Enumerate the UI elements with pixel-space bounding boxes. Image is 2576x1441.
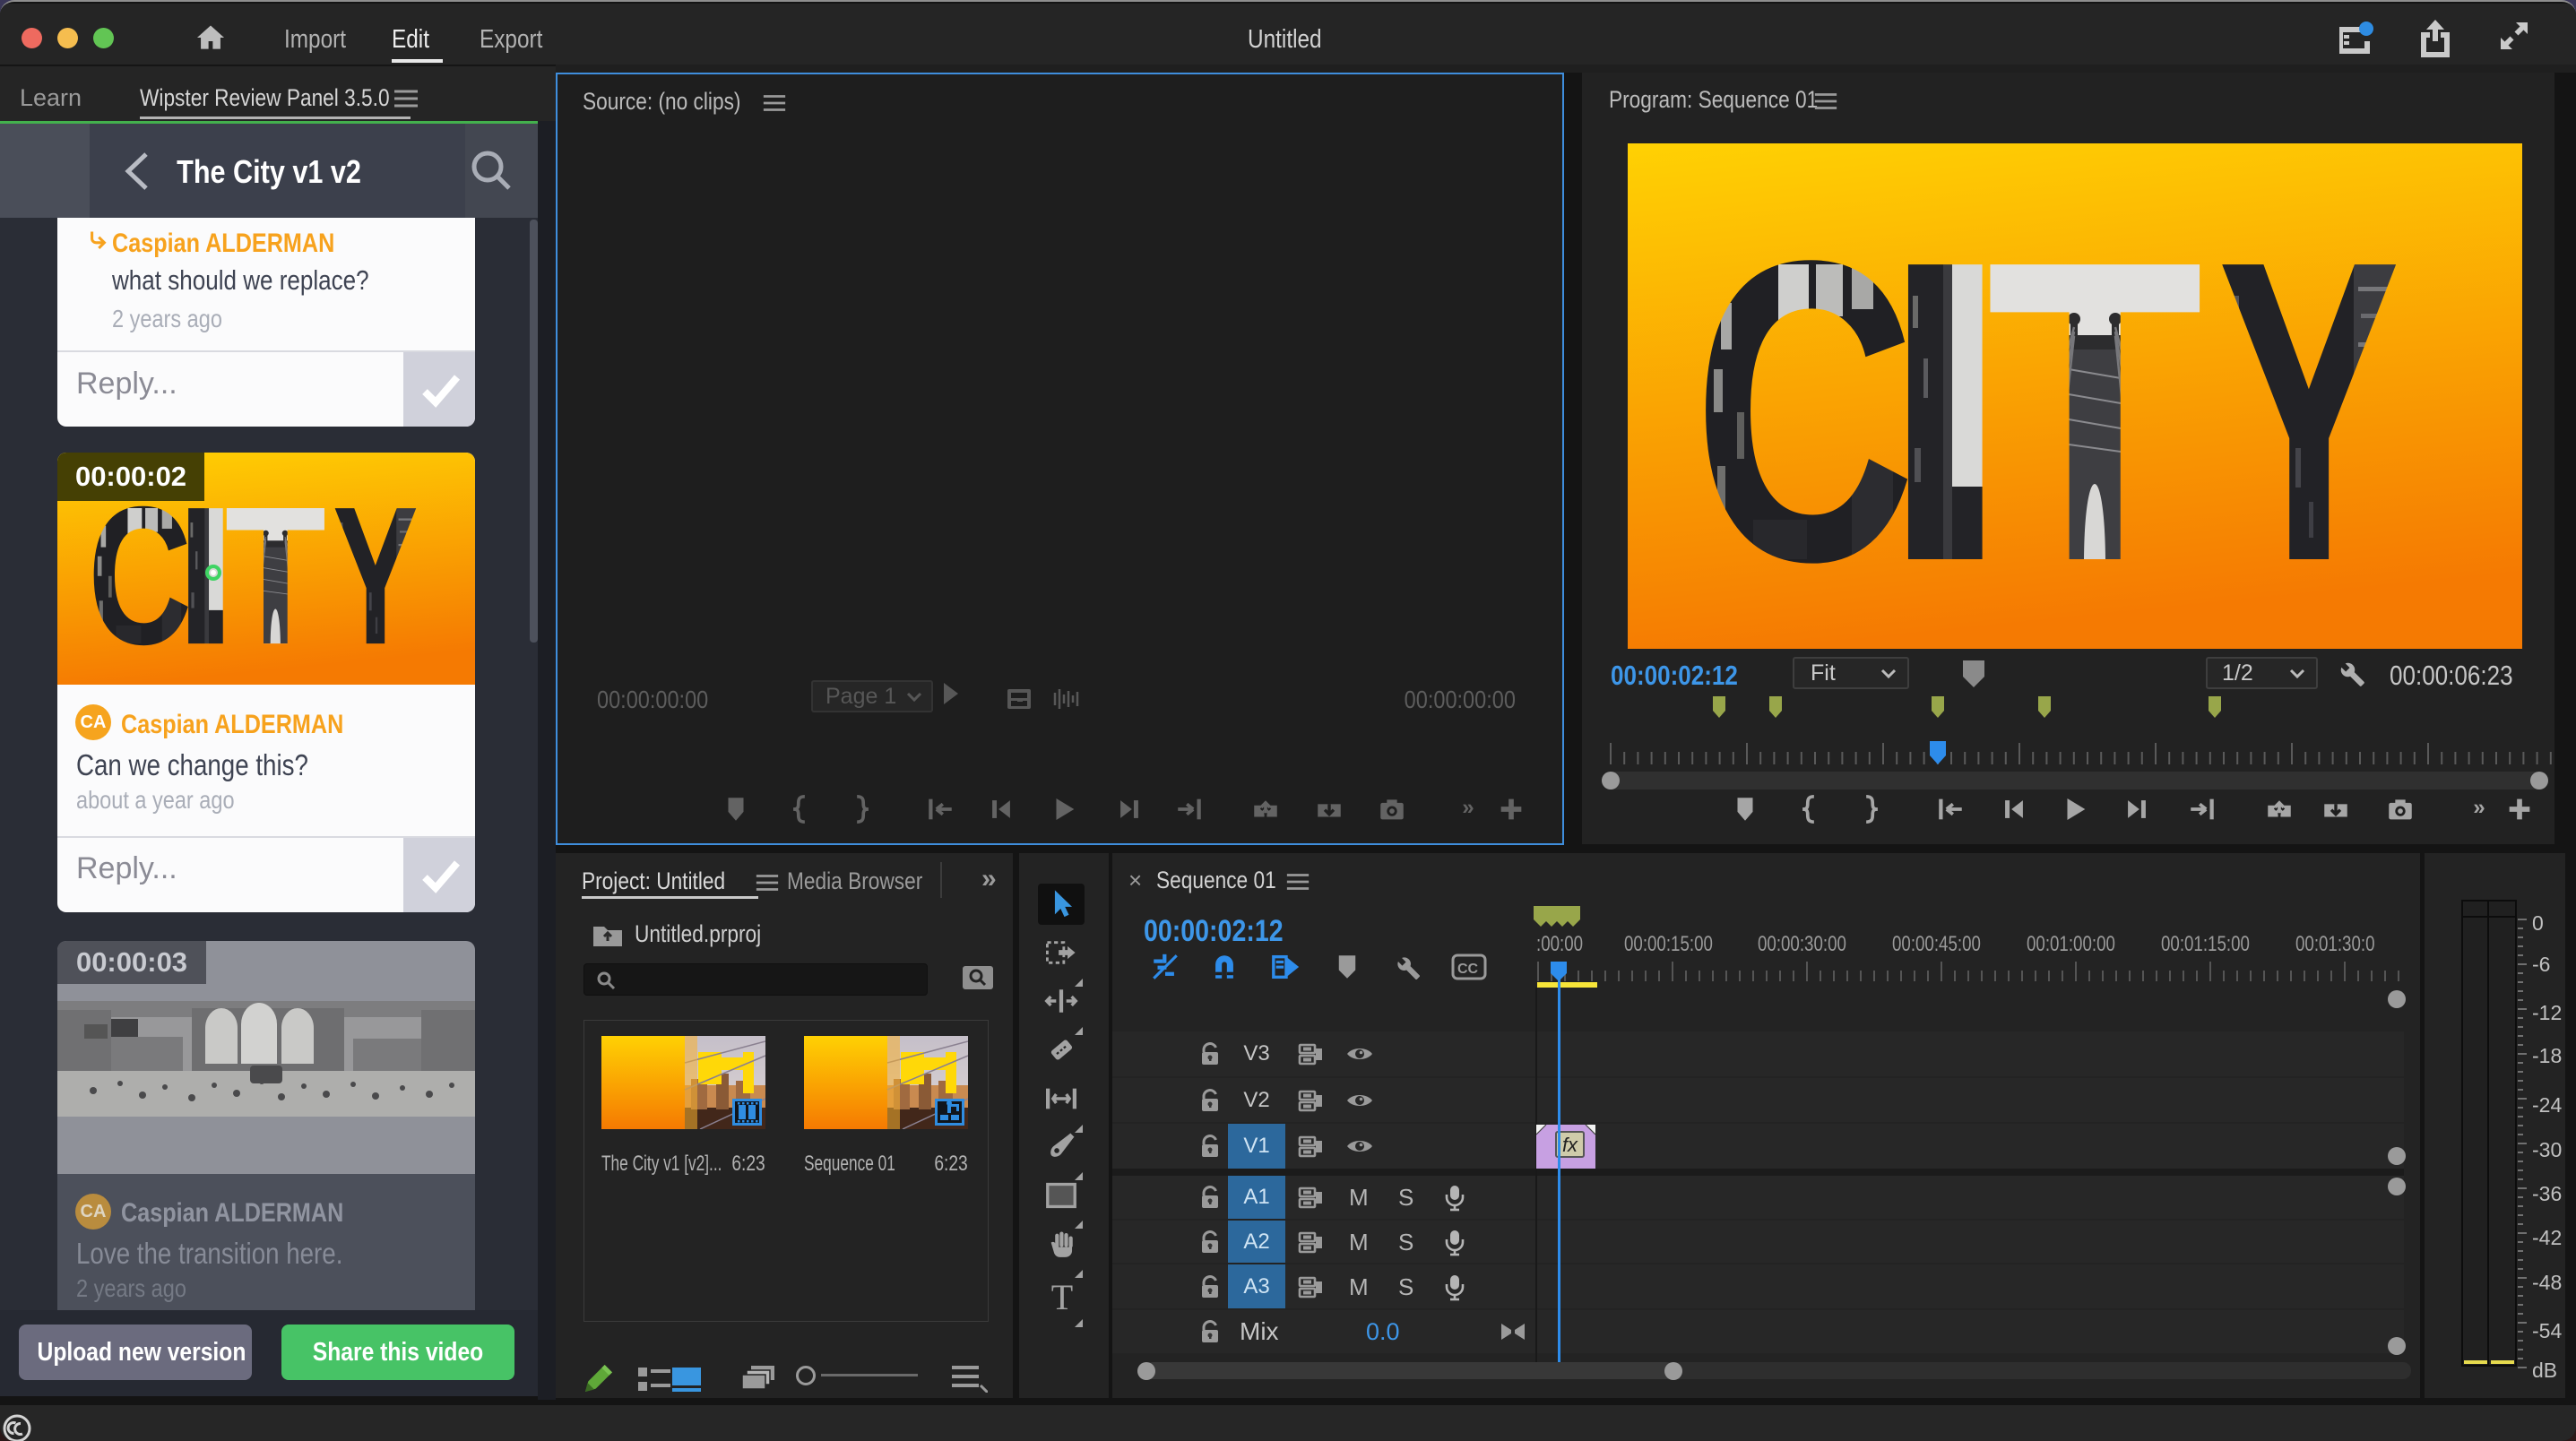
svg-text:CC: CC [1457, 962, 1479, 977]
svg-text:»: » [2473, 796, 2485, 820]
svg-text:»: » [1462, 796, 1474, 820]
